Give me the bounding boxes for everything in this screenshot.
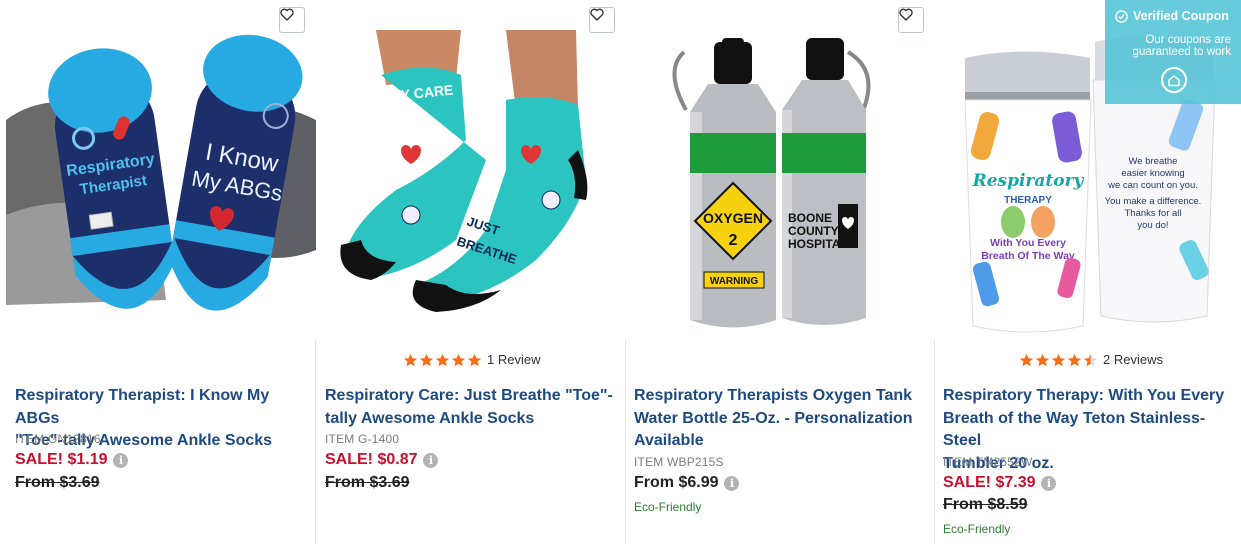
heart-icon (280, 8, 294, 21)
bottle-text: OXYGEN (703, 210, 763, 226)
tumbler-text: easier knowing (1121, 168, 1184, 179)
sale-price: SALE! $1.19 i (15, 451, 129, 469)
bottle-text: BOONE (788, 211, 832, 225)
info-icon[interactable]: i (423, 452, 439, 468)
product-title-line: Water Bottle 25-Oz. - Personalization (634, 409, 913, 427)
product-image-socks-abgs[interactable]: Respiratory Therapist I Know My ABGs (6, 0, 316, 340)
star-icon (1019, 353, 1034, 366)
product-title-link[interactable]: Respiratory Therapists Oxygen Tank Water… (634, 385, 929, 453)
product-title-line: Respiratory Care: Just Breathe "Toe"- (325, 387, 613, 404)
original-price: From $3.69 (15, 474, 100, 491)
sale-price-text: SALE! $1.19 (15, 451, 108, 468)
tumbler-text: You make a difference. (1105, 196, 1202, 207)
product-rating[interactable]: 2 Reviews (1019, 352, 1163, 367)
coupon-line: guaranteed to work (1132, 46, 1231, 58)
star-icon (467, 353, 482, 366)
price: From $6.99 i (634, 474, 740, 492)
bottle-text: 2 (729, 232, 738, 249)
product-card[interactable]: ORY CARE JUST BREATHE 1 Review Respirato… (316, 0, 626, 544)
star-rating (1019, 353, 1098, 367)
product-image-socks-breathe[interactable]: ORY CARE JUST BREATHE (316, 0, 626, 340)
house-badge-icon (1161, 67, 1187, 93)
product-card[interactable]: Respiratory Therapist I Know My ABGs Res… (6, 0, 316, 544)
product-grid: Respiratory Therapist I Know My ABGs Res… (0, 0, 1241, 544)
wishlist-button[interactable] (898, 7, 924, 33)
item-number: ITEM WBP215S (634, 455, 724, 469)
product-title-line: Available (634, 432, 704, 449)
tumbler-text: THERAPY (1004, 195, 1052, 206)
product-title-line: tally Awesome Ankle Socks (325, 409, 535, 427)
star-icon (435, 353, 450, 366)
sale-price-text: SALE! $7.39 (943, 474, 1036, 491)
star-icon (1035, 353, 1050, 366)
wishlist-button[interactable] (279, 7, 305, 33)
info-icon[interactable]: i (1041, 475, 1057, 491)
coupon-title: Verified Coupon (1133, 9, 1229, 23)
bottle-text: WARNING (710, 276, 759, 287)
coupon-subtext: Our coupons are guaranteed to work (1111, 34, 1231, 58)
sale-price: SALE! $7.39 i (943, 474, 1057, 492)
sale-price-text: SALE! $0.87 (325, 451, 418, 468)
item-number: ITEM G-1400 (325, 432, 400, 446)
tumbler-text: With You Every (990, 237, 1066, 249)
eco-friendly-label: Eco-Friendly (943, 522, 1011, 536)
product-title-line: Breath of the Way Teton Stainless-Steel (943, 409, 1206, 450)
star-icon (451, 353, 466, 366)
tumbler-text: Respiratory (972, 171, 1085, 191)
product-title-line: Respiratory Therapists Oxygen Tank (634, 387, 913, 404)
star-icon (419, 353, 434, 366)
coupon-line: Our coupons are (1145, 34, 1231, 46)
verified-coupon-badge[interactable]: Verified Coupon Our coupons are guarante… (1105, 0, 1241, 104)
review-count[interactable]: 2 Reviews (1103, 352, 1163, 367)
item-number: ITEM GN12816 (15, 432, 101, 446)
star-rating (403, 353, 482, 367)
tumbler-text: you do! (1137, 220, 1168, 231)
tumbler-text: Thanks for all (1124, 208, 1181, 219)
review-count[interactable]: 1 Review (487, 352, 540, 367)
tumbler-text: Breath Of The Way (981, 250, 1075, 262)
info-icon[interactable]: i (724, 475, 740, 491)
price-text: From $6.99 (634, 474, 719, 491)
product-title-line: Respiratory Therapist: I Know My ABGs (15, 387, 270, 427)
original-price: From $3.69 (325, 474, 410, 491)
tumbler-text: We breathe (1129, 156, 1178, 167)
coupon-header: Verified Coupon (1115, 9, 1229, 23)
info-icon[interactable]: i (113, 452, 129, 468)
star-icon (403, 353, 418, 366)
star-icon (1051, 353, 1066, 366)
product-title-line: Respiratory Therapy: With You Every (943, 387, 1225, 404)
product-title-link[interactable]: Respiratory Care: Just Breathe "Toe"- ta… (325, 385, 620, 430)
star-icon (1083, 353, 1098, 366)
original-price: From $8.59 (943, 496, 1028, 513)
tumbler-text: we can count on you. (1107, 180, 1198, 191)
eco-friendly-label: Eco-Friendly (634, 500, 702, 514)
heart-icon (899, 8, 913, 21)
heart-icon (590, 8, 604, 21)
item-number: ITEM TM2552W (943, 455, 1033, 469)
wishlist-button[interactable] (589, 7, 615, 33)
product-card[interactable]: OXYGEN 2 WARNING BOONE COUNTY HOSPITAL R… (626, 0, 935, 544)
check-circle-icon (1115, 9, 1128, 23)
product-rating[interactable]: 1 Review (403, 352, 540, 367)
product-image-water-bottle[interactable]: OXYGEN 2 WARNING BOONE COUNTY HOSPITAL (626, 0, 935, 340)
bottle-text: COUNTY (788, 224, 839, 238)
star-icon (1067, 353, 1082, 366)
sale-price: SALE! $0.87 i (325, 451, 439, 469)
